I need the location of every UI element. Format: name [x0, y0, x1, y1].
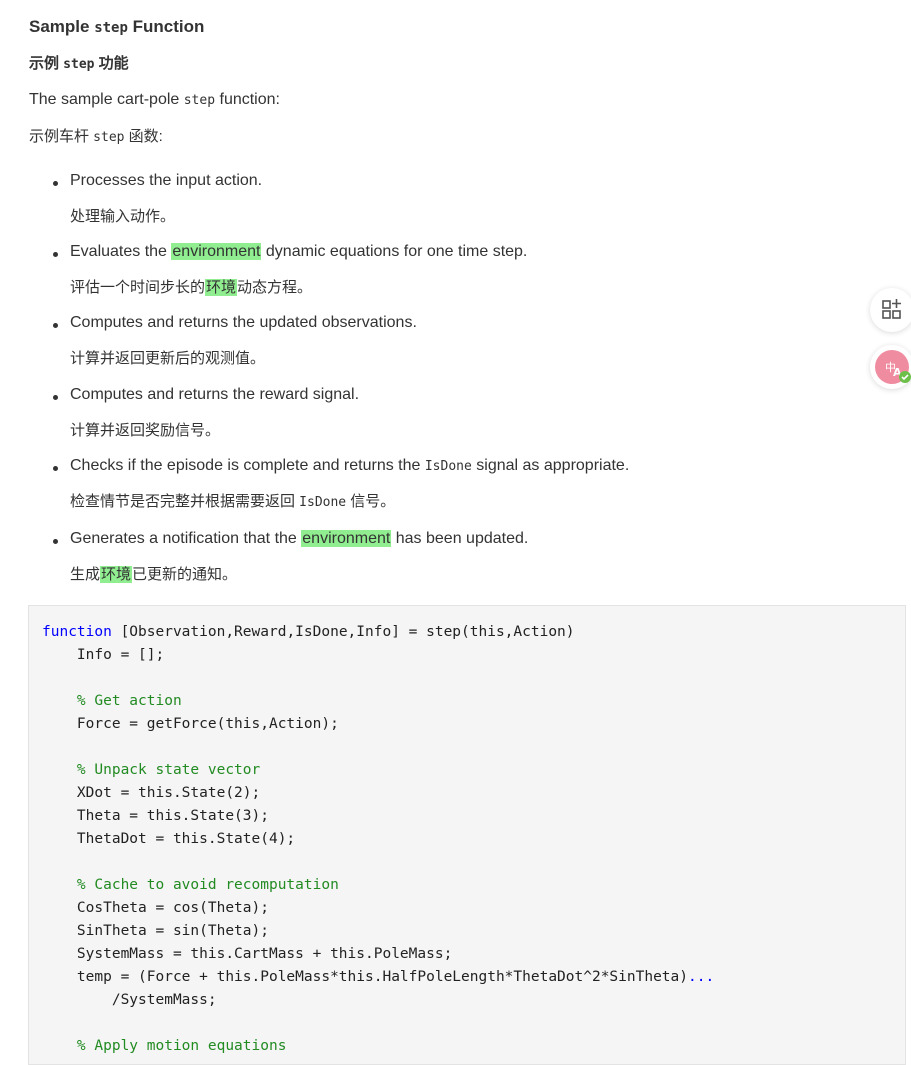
intro-paragraph: The sample cart-pole step function: [29, 91, 280, 108]
list-item-translation: 评估一个时间步长的环境动态方程。 [70, 279, 313, 296]
code-line: temp = (Force + this.PoleMass*this.HalfP… [42, 969, 715, 985]
list-item-translation: 处理输入动作。 [70, 208, 176, 225]
list-item-translation: 计算并返回奖励信号。 [70, 422, 221, 439]
list-item-text: Generates a notification that the enviro… [70, 530, 529, 547]
highlighted-term: environment [171, 243, 262, 260]
highlighted-term: environment [301, 530, 392, 547]
list-item-translation: 计算并返回更新后的观测值。 [70, 350, 266, 367]
list-item-text: Computes and returns the updated observa… [70, 314, 417, 331]
code-comment: % Unpack state vector [42, 762, 261, 778]
intro-paragraph-translation: 示例车杆 step 函数: [29, 128, 163, 145]
code-line: CosTheta = cos(Theta); [42, 900, 269, 916]
code-line: Info = []; [42, 647, 165, 663]
bullet-dot [53, 252, 58, 257]
bullet-dot [53, 395, 58, 400]
highlighted-term: 环境 [100, 566, 133, 583]
code-line: function [Observation,Reward,IsDone,Info… [42, 624, 575, 640]
code-block[interactable]: function [Observation,Reward,IsDone,Info… [28, 605, 906, 1065]
code-line: ThetaDot = this.State(4); [42, 831, 296, 847]
line-continuation: ... [688, 969, 715, 985]
highlighted-term: 环境 [205, 279, 238, 296]
list-item-translation: 生成环境已更新的通知。 [70, 566, 238, 583]
code-line: Force = getForce(this,Action); [42, 716, 339, 732]
list-item-text: Processes the input action. [70, 172, 263, 189]
code-comment: % Get action [42, 693, 182, 709]
section-heading-translation: 示例 step 功能 [29, 55, 129, 72]
add-tools-icon [882, 299, 901, 319]
list-item-text: Evaluates the environment dynamic equati… [70, 243, 528, 260]
translate-button[interactable]: 中 A [870, 345, 911, 389]
bullet-dot [53, 539, 58, 544]
code-line: /SystemMass; [42, 992, 217, 1008]
list-item-text: Computes and returns the reward signal. [70, 386, 360, 403]
code-line: SinTheta = sin(Theta); [42, 923, 269, 939]
translate-icon: 中 A [875, 350, 911, 384]
code-line: XDot = this.State(2); [42, 785, 261, 801]
section-heading: Sample step Function [29, 17, 205, 36]
code-line: Theta = this.State(3); [42, 808, 269, 824]
code-keyword: function [42, 624, 112, 640]
code-comment: % Cache to avoid recomputation [42, 877, 339, 893]
code-line: SystemMass = this.CartMass + this.PoleMa… [42, 946, 453, 962]
add-tools-button[interactable] [870, 288, 911, 332]
code-lines: function [Observation,Reward,IsDone,Info… [42, 621, 714, 1058]
list-item-text: Checks if the episode is complete and re… [70, 457, 630, 474]
bullet-dot [53, 181, 58, 186]
bullet-dot [53, 466, 58, 471]
code-comment: % Apply motion equations [42, 1038, 287, 1054]
list-item-translation: 检查情节是否完整并根据需要返回 IsDone 信号。 [70, 493, 396, 510]
bullet-dot [53, 323, 58, 328]
